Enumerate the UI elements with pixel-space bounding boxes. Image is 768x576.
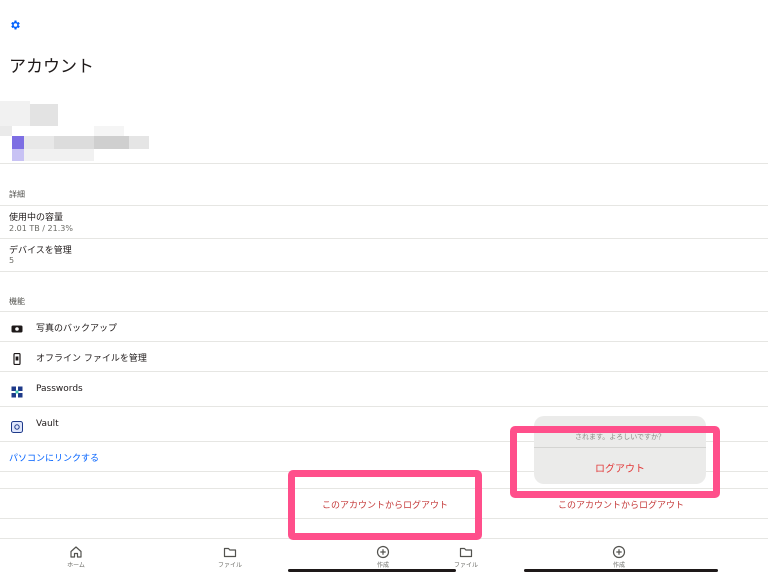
nav-home[interactable]: ホーム	[46, 544, 106, 569]
nav-label: ファイル	[217, 562, 242, 569]
home-indicator-left	[288, 569, 456, 572]
feature-label: オフライン ファイルを管理	[36, 354, 147, 364]
folder-icon	[223, 544, 237, 558]
feature-label: 写真のバックアップ	[36, 324, 118, 334]
nav-label: ホーム	[67, 562, 85, 569]
feature-label: Vault	[36, 419, 59, 429]
home-icon	[69, 544, 83, 558]
logout-account-button-right[interactable]: このアカウントからログアウト	[558, 498, 684, 511]
devices-value: 5	[9, 256, 15, 265]
nav-label: ファイル	[453, 562, 478, 569]
details-section-label: 詳細	[9, 190, 25, 199]
highlight-box-left	[288, 470, 482, 540]
page-title: アカウント	[9, 57, 94, 77]
nav-create-right[interactable]: 作成	[589, 544, 649, 569]
feature-photo-backup[interactable]: 写真のバックアップ	[0, 312, 768, 342]
plus-circle-icon	[376, 544, 390, 559]
link-computer-link[interactable]: パソコンにリンクする	[9, 451, 99, 464]
manage-devices-row[interactable]: デバイスを管理 5	[0, 239, 768, 271]
nav-label: 作成	[376, 562, 389, 569]
storage-title: 使用中の容量	[9, 213, 64, 223]
nav-files[interactable]: ファイル	[200, 544, 260, 569]
storage-row[interactable]: 使用中の容量 2.01 TB / 21.3%	[0, 206, 768, 238]
highlight-box-right	[510, 426, 720, 498]
nav-label: 作成	[612, 562, 625, 569]
feature-passwords[interactable]: Passwords	[0, 372, 768, 406]
settings-gear-icon[interactable]	[9, 19, 23, 33]
features-section-label: 機能	[9, 297, 25, 306]
phone-icon	[11, 350, 23, 366]
passwords-icon	[11, 383, 23, 398]
feature-offline-files[interactable]: オフライン ファイルを管理	[0, 342, 768, 372]
camera-icon	[11, 320, 23, 333]
devices-title: デバイスを管理	[9, 246, 72, 256]
storage-value: 2.01 TB / 21.3%	[9, 224, 73, 233]
plus-circle-icon	[612, 544, 626, 559]
nav-files-right[interactable]: ファイル	[436, 544, 496, 569]
nav-create[interactable]: 作成	[353, 544, 413, 569]
folder-icon	[459, 544, 473, 558]
feature-label: Passwords	[36, 384, 83, 394]
home-indicator-right	[524, 569, 718, 572]
vault-icon	[11, 418, 23, 433]
